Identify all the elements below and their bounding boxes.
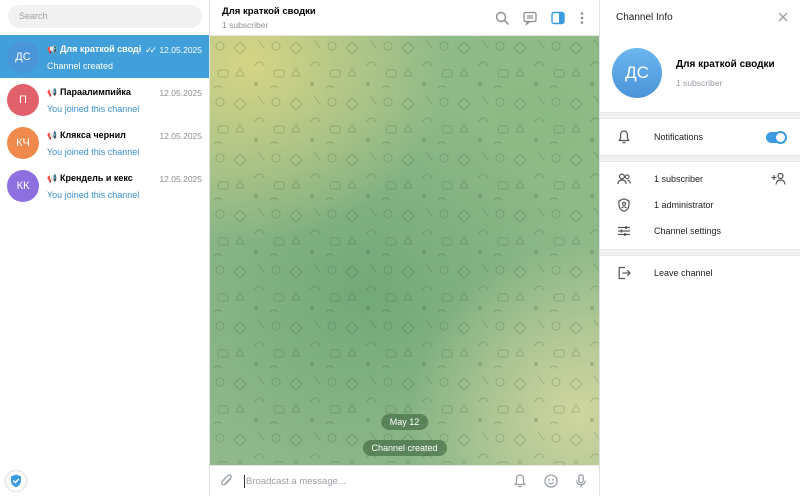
channel-subscriber-count: 1 subscriber	[676, 78, 723, 88]
administrators-label: 1 administrator	[654, 200, 714, 210]
chat-date: 12.05.2025	[159, 88, 202, 98]
bell-icon	[618, 130, 630, 144]
microphone-icon[interactable]	[573, 473, 589, 489]
attach-icon[interactable]	[219, 473, 235, 489]
search-input[interactable]: Search	[8, 5, 202, 28]
add-user-icon[interactable]	[770, 171, 788, 187]
chat-name: 📢 Для краткой своді	[47, 44, 145, 54]
chat-item-dlya-kratkoy-svodki[interactable]: ДС 📢 Для краткой своді ✓✓ 12.05.2025 Chan…	[0, 35, 209, 78]
chat-name: 📢 Клякса чернил	[47, 130, 145, 140]
doodle-pattern	[210, 36, 599, 465]
megaphone-icon: 📢	[47, 45, 57, 54]
chat-item-krendel-i-keks[interactable]: КК 📢 Крендель и кекс 12.05.2025 You joine…	[0, 164, 209, 207]
shield-check-icon[interactable]	[6, 471, 26, 491]
chat-item-paraalimpiyka[interactable]: П 📢 Параалимпийка 12.05.2025 You joined t…	[0, 78, 209, 121]
chat-wallpaper: May 12 Channel created	[210, 36, 599, 465]
chat-date-text: 12.05.2025	[159, 45, 202, 55]
chat-item-klyaksa-chernil[interactable]: КЧ 📢 Клякса чернил 12.05.2025 You joined …	[0, 121, 209, 164]
avatar: П	[7, 84, 39, 116]
sidebar-toggle-icon[interactable]	[550, 10, 566, 26]
avatar: ДС	[7, 41, 39, 73]
chat-name-text: Крендель и кекс	[59, 173, 133, 183]
section-divider	[600, 155, 800, 162]
leave-channel-row[interactable]: Leave channel	[600, 260, 800, 286]
chat-name-text: Для краткой своді	[59, 44, 142, 54]
chat-preview: You joined this channel	[47, 147, 140, 157]
chat-name-text: Клякса чернил	[59, 130, 126, 140]
message-composer: Broadcast a message...	[210, 465, 599, 496]
admin-shield-icon	[618, 198, 630, 212]
channel-avatar[interactable]: ДС	[612, 48, 662, 98]
live-stream-icon[interactable]	[522, 10, 538, 26]
chat-list: ДС 📢 Для краткой своді ✓✓ 12.05.2025 Chan…	[0, 35, 209, 207]
more-vertical-icon[interactable]	[574, 10, 590, 26]
chat-header[interactable]: Для краткой сводки 1 subscriber	[210, 0, 599, 36]
message-input[interactable]: Broadcast a message...	[246, 476, 346, 487]
chat-title[interactable]: Для краткой сводки	[222, 6, 316, 17]
megaphone-icon: 📢	[47, 88, 57, 97]
chat-preview: Channel created	[47, 61, 114, 71]
chat-view: Для краткой сводки 1 subscriber May 12 C…	[210, 0, 599, 496]
avatar: КЧ	[7, 127, 39, 159]
channel-settings-label: Channel settings	[654, 226, 722, 236]
chat-name: 📢 Параалимпийка	[47, 87, 145, 97]
service-message: Channel created	[362, 440, 447, 456]
administrators-row[interactable]: 1 administrator	[600, 192, 800, 218]
section-divider	[600, 249, 800, 256]
chat-name-text: Параалимпийка	[59, 87, 131, 97]
sliders-icon	[618, 226, 630, 236]
subscribers-row[interactable]: 1 subscriber	[600, 166, 800, 192]
text-caret	[244, 475, 245, 488]
subscribers-label: 1 subscriber	[654, 174, 704, 184]
notifications-row[interactable]: Notifications	[600, 124, 800, 150]
notifications-toggle[interactable]	[766, 131, 787, 144]
avatar: КК	[7, 170, 39, 202]
leave-channel-label: Leave channel	[654, 268, 713, 278]
chat-name: 📢 Крендель и кекс	[47, 173, 145, 183]
chat-preview: You joined this channel	[47, 104, 140, 114]
channel-info-panel: Channel Info ДС Для краткой сводки 1 sub…	[599, 0, 800, 496]
notifications-label: Notifications	[654, 132, 704, 142]
date-pill: May 12	[380, 414, 429, 430]
chat-date: ✓✓ 12.05.2025	[145, 45, 202, 56]
double-check-icon: ✓✓	[144, 45, 157, 55]
toggle-knob	[774, 131, 787, 144]
panel-title: Channel Info	[616, 12, 673, 23]
chat-date: 12.05.2025	[159, 174, 202, 184]
bell-icon[interactable]	[512, 473, 528, 489]
chat-date: 12.05.2025	[159, 131, 202, 141]
users-icon	[617, 173, 631, 185]
channel-settings-row[interactable]: Channel settings	[600, 218, 800, 244]
section-divider	[600, 112, 800, 119]
search-icon[interactable]	[494, 10, 510, 26]
megaphone-icon: 📢	[47, 131, 57, 140]
chat-preview: You joined this channel	[47, 190, 140, 200]
emoji-icon[interactable]	[543, 473, 559, 489]
close-icon[interactable]	[776, 10, 790, 24]
chat-list-panel: Search ДС 📢 Для краткой своді ✓✓ 12.05.20…	[0, 0, 210, 496]
channel-name: Для краткой сводки	[676, 59, 775, 70]
megaphone-icon: 📢	[47, 174, 57, 183]
chat-subtitle: 1 subscriber	[222, 20, 269, 30]
leave-icon	[618, 266, 631, 280]
